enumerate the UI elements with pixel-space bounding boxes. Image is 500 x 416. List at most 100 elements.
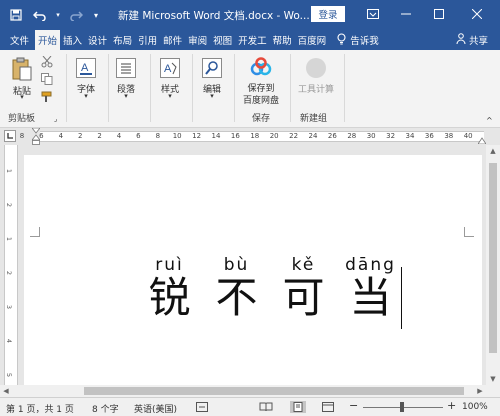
horizontal-ruler[interactable]: 8 6 4 2 2 4 6 8 10 12 14 16 18 20 22 24 26 28 30 32 34 36 38 40	[0, 127, 500, 145]
tab-mailings[interactable]: 邮件	[160, 30, 185, 50]
paste-dropdown-icon[interactable]: ▾	[18, 93, 26, 101]
horizontal-scrollbar[interactable]: ◀ ▶	[0, 385, 500, 397]
customize-qat-icon[interactable]: ▾	[90, 6, 102, 24]
hanzi-text[interactable]: 可	[270, 273, 337, 323]
undo-icon[interactable]	[30, 6, 50, 24]
vertical-ruler[interactable]: 1 2 1 2 3 4 5	[4, 145, 18, 385]
minimize-icon[interactable]	[395, 5, 417, 23]
read-mode-icon[interactable]	[258, 401, 274, 413]
styles-dropdown-icon[interactable]: ▾	[166, 92, 174, 100]
scroll-down-icon[interactable]: ▼	[486, 373, 500, 385]
ruler-number: 4	[116, 132, 122, 140]
editing-dropdown-icon[interactable]: ▾	[208, 92, 216, 100]
vertical-ruler-number: 5	[5, 372, 14, 378]
zoom-level[interactable]: 100%	[462, 402, 488, 412]
ribbon-display-options-icon[interactable]	[362, 5, 384, 23]
document-canvas[interactable]: ruì bù kě dāng 锐 不 可 当	[20, 145, 486, 385]
tab-design[interactable]: 设计	[85, 30, 110, 50]
zoom-out-button[interactable]: −	[349, 399, 358, 412]
ruler-number: 10	[172, 132, 182, 140]
font-dropdown-icon[interactable]: ▾	[82, 92, 90, 100]
ruler-track[interactable]	[40, 131, 484, 142]
margin-corner-mark	[464, 227, 474, 237]
styles-icon[interactable]: A	[160, 58, 180, 78]
horizontal-scroll-thumb[interactable]	[84, 387, 464, 395]
ruler-number: 22	[289, 132, 299, 140]
scroll-left-icon[interactable]: ◀	[0, 385, 12, 397]
tab-baidu-netdisk[interactable]: 百度网	[295, 30, 330, 50]
paragraph-icon[interactable]	[116, 58, 136, 78]
tool-calc-icon	[304, 56, 328, 80]
status-bar: 第 1 页，共 1 页 8 个字 英语(美国) − + 100%	[0, 397, 500, 416]
tab-review[interactable]: 审阅	[185, 30, 210, 50]
zoom-slider-thumb[interactable]	[400, 402, 404, 412]
cut-icon[interactable]	[40, 55, 54, 69]
tab-selector-icon[interactable]	[4, 130, 16, 142]
right-indent-marker-icon[interactable]	[477, 136, 487, 145]
vertical-scroll-thumb[interactable]	[489, 163, 497, 353]
hanzi-text[interactable]: 当	[337, 273, 404, 323]
tab-developer[interactable]: 开发工	[235, 30, 270, 50]
language[interactable]: 英语(美国)	[134, 402, 177, 415]
scroll-right-icon[interactable]: ▶	[474, 385, 486, 397]
paragraph-dropdown-icon[interactable]: ▾	[122, 92, 130, 100]
vertical-ruler-number: 4	[5, 338, 14, 344]
pinyin-text[interactable]: ruì	[136, 255, 203, 275]
print-layout-icon[interactable]	[290, 401, 306, 413]
group-divider	[344, 54, 345, 122]
vertical-ruler-number: 3	[5, 304, 14, 310]
login-button[interactable]: 登录	[311, 6, 345, 22]
tab-help[interactable]: 帮助	[270, 30, 295, 50]
vertical-ruler-number: 1	[5, 236, 14, 242]
ruler-number: 14	[211, 132, 221, 140]
web-layout-icon[interactable]	[320, 401, 336, 413]
vertical-scrollbar[interactable]: ▲ ▼	[486, 145, 500, 385]
redo-icon[interactable]	[66, 6, 86, 24]
ruler-number: 24	[308, 132, 318, 140]
pinyin-row: ruì bù kě dāng	[136, 255, 404, 275]
tab-file[interactable]: 文件	[6, 30, 35, 50]
ruler-number: 18	[250, 132, 260, 140]
page-count[interactable]: 第 1 页，共 1 页	[6, 402, 74, 415]
indent-marker-icon[interactable]	[31, 127, 41, 145]
editing-icon[interactable]	[202, 58, 222, 78]
tab-insert[interactable]: 插入	[60, 30, 85, 50]
tab-view[interactable]: 视图	[210, 30, 235, 50]
word-count[interactable]: 8 个字	[92, 402, 119, 415]
tab-layout[interactable]: 布局	[110, 30, 135, 50]
collapse-ribbon-icon[interactable]: ^	[486, 116, 493, 125]
ruler-number: 28	[347, 132, 357, 140]
share-button[interactable]: 共享	[456, 33, 488, 47]
ruler-number: 16	[230, 132, 240, 140]
pinyin-text[interactable]: bù	[203, 255, 270, 275]
format-painter-icon[interactable]	[40, 90, 54, 104]
copy-icon[interactable]	[40, 72, 54, 86]
clipboard-launcher-icon[interactable]: ⌟	[54, 115, 57, 123]
tab-references[interactable]: 引用	[135, 30, 160, 50]
hanzi-text[interactable]: 锐	[136, 273, 203, 323]
paste-icon[interactable]	[10, 56, 34, 82]
scroll-up-icon[interactable]: ▲	[486, 145, 500, 157]
undo-dropdown-icon[interactable]: ▾	[54, 6, 62, 24]
close-icon[interactable]	[466, 5, 488, 23]
ruler-number: 32	[386, 132, 396, 140]
document-page[interactable]: ruì bù kě dāng 锐 不 可 当	[24, 155, 482, 385]
ruler-number: 36	[424, 132, 434, 140]
baidu-netdisk-icon[interactable]	[249, 56, 273, 78]
hanzi-row: 锐 不 可 当	[136, 273, 404, 323]
accessibility-icon[interactable]	[194, 401, 210, 413]
save-to-baidu-label-2[interactable]: 百度网盘	[240, 93, 282, 106]
tab-home[interactable]: 开始	[35, 30, 61, 50]
tell-me-box[interactable]: 告诉我	[337, 30, 379, 50]
save-icon[interactable]	[6, 6, 26, 24]
maximize-icon[interactable]	[428, 5, 450, 23]
zoom-in-button[interactable]: +	[447, 399, 456, 412]
hanzi-text[interactable]: 不	[203, 273, 270, 323]
title-bar: ▾ ▾ 新建 Microsoft Word 文档.docx - Wo... 登录	[0, 0, 500, 30]
vertical-ruler-number: 2	[5, 202, 14, 208]
pinyin-text[interactable]: kě	[270, 255, 337, 275]
tell-me-label: 告诉我	[350, 36, 379, 47]
font-icon[interactable]: A	[76, 58, 96, 78]
ruler-number: 38	[444, 132, 454, 140]
pinyin-text[interactable]: dāng	[337, 255, 404, 275]
